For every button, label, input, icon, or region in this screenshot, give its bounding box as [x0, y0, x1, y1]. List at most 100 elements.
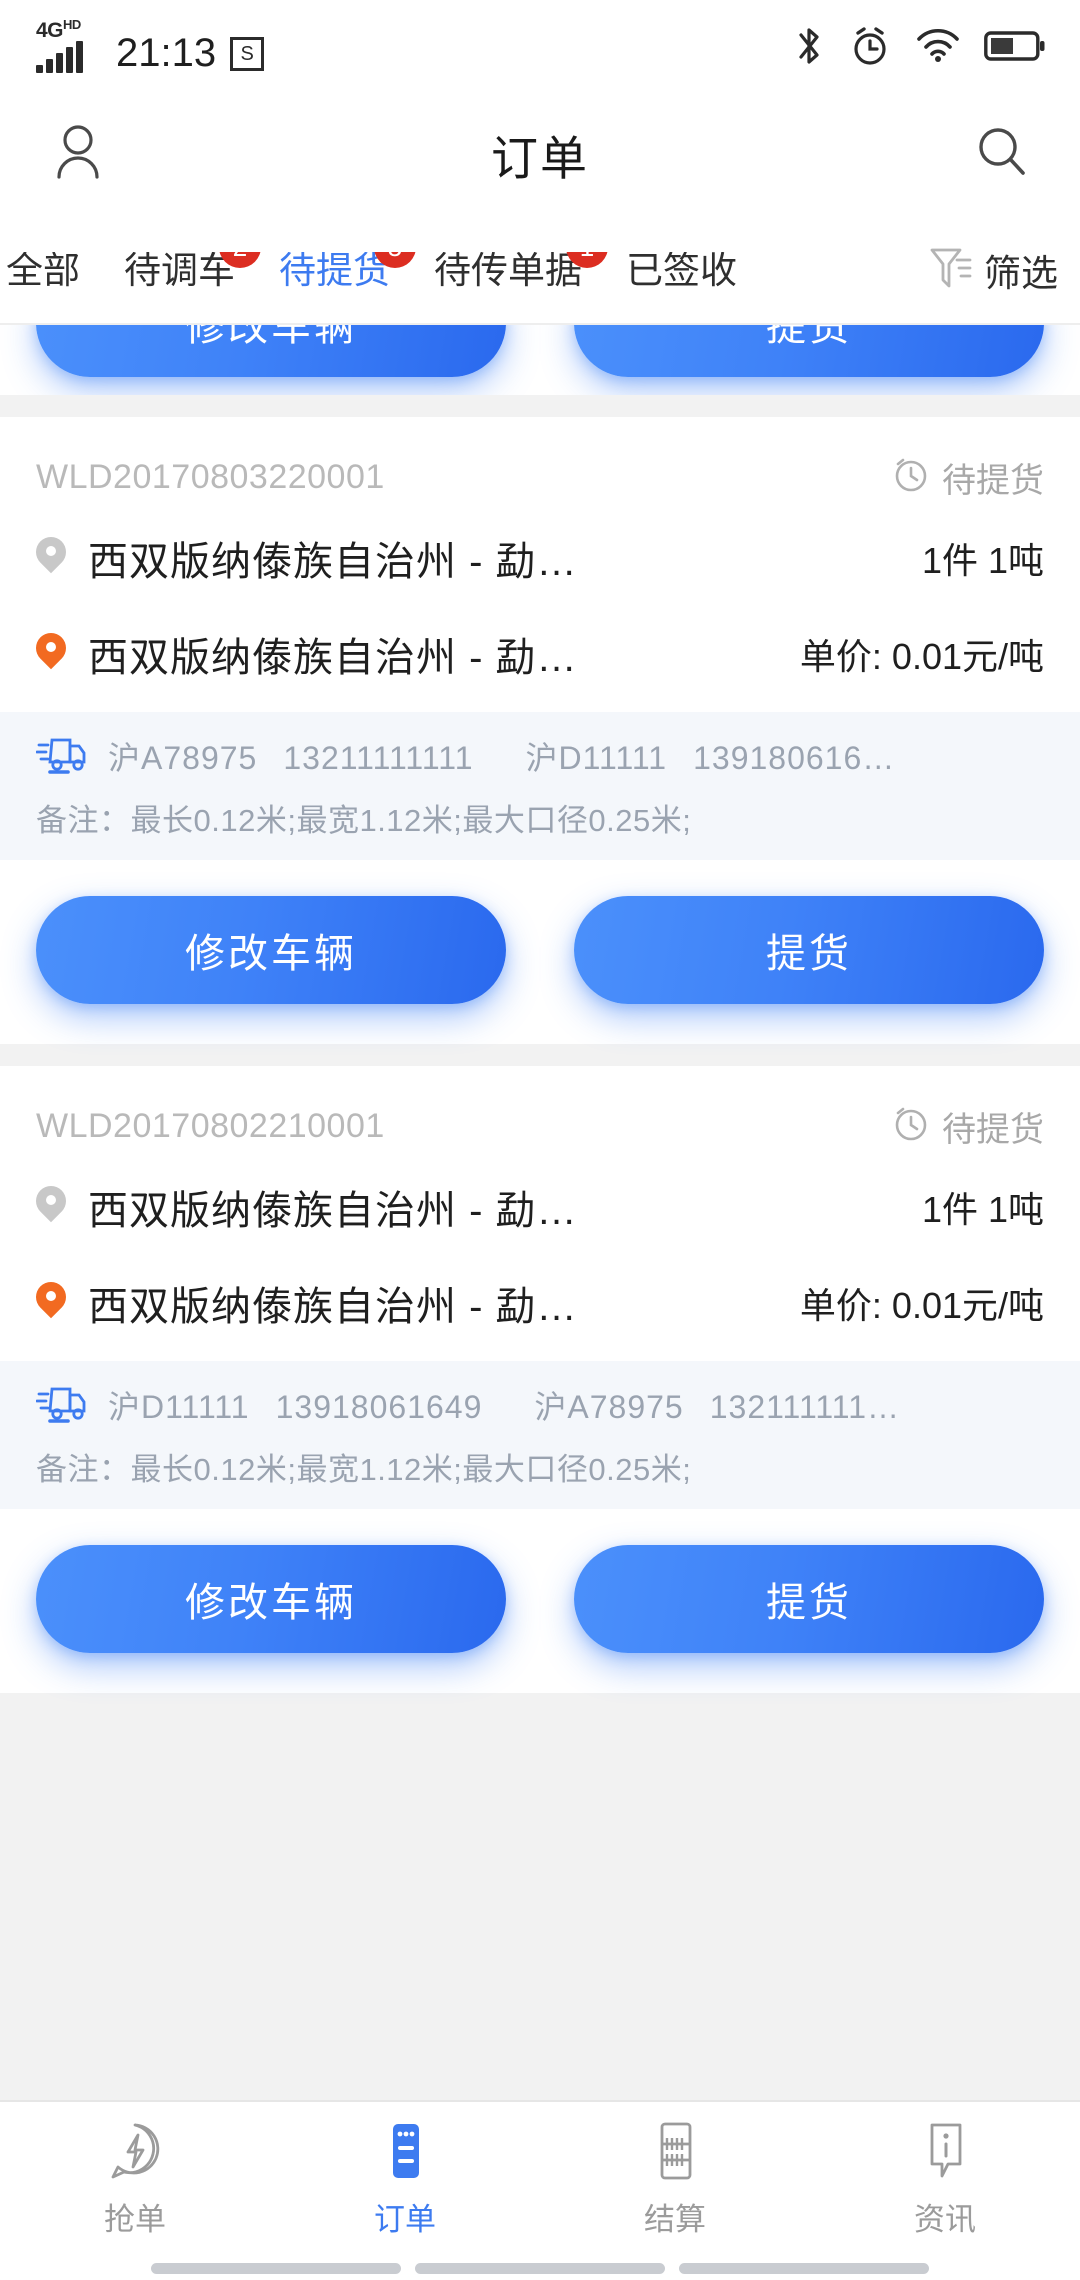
- order-status: 待提货: [892, 453, 1044, 502]
- list-separator: [0, 1044, 1080, 1066]
- filter-label: 筛选: [984, 253, 1058, 294]
- vehicle-details: 沪D11111 13918061649 沪A78975 132111111…: [108, 1382, 900, 1428]
- bottom-navigation: 抢单 订单 结算 资讯: [0, 2100, 1080, 2280]
- nav-label: 订单: [374, 2202, 436, 2237]
- unit-price: 单价: 0.01元/吨: [799, 1285, 1044, 1326]
- order-status-tabs: 全部 待调车 2 待提货 5 待传单据 1 已签收 筛选: [0, 217, 1080, 325]
- modify-vehicle-button[interactable]: 修改车辆: [36, 325, 506, 377]
- wifi-icon: [914, 26, 962, 66]
- status-bar-right: [792, 24, 1046, 68]
- home-indicator: [0, 2263, 1080, 2274]
- tab-label: 全部: [6, 251, 80, 289]
- modify-vehicle-button[interactable]: 修改车辆: [36, 1545, 506, 1653]
- pickup-button[interactable]: 提货: [574, 896, 1044, 1004]
- tabs-scroll-container[interactable]: 全部 待调车 2 待提货 5 待传单据 1 已签收: [0, 251, 916, 289]
- tab-signed[interactable]: 已签收: [604, 252, 759, 289]
- order-list[interactable]: 修改车辆 提货 WLD20170803220001 待提货 西双版纳傣族自治州 …: [0, 325, 1080, 2100]
- unit-price: 单价: 0.01元/吨: [799, 636, 1044, 677]
- cargo-quantity: 1件 1吨: [921, 1189, 1044, 1230]
- vehicle-info-line: 沪A78975 13211111111 沪D11111 139180616…: [35, 730, 1044, 781]
- tab-label: 待传单据: [434, 251, 582, 289]
- list-separator: [0, 395, 1080, 417]
- filter-funnel-icon: [926, 242, 974, 299]
- nav-label: 结算: [644, 2202, 706, 2237]
- origin-address: 西双版纳傣族自治州 - 勐…: [88, 540, 578, 584]
- person-icon: [48, 120, 108, 189]
- order-number: WLD20170803220001: [36, 458, 385, 496]
- network-hd-label: HD: [63, 17, 81, 32]
- clock-icon: [892, 456, 930, 499]
- origin-pin-icon: [36, 1186, 66, 1228]
- network-type-label: 4G: [36, 19, 64, 42]
- nav-item-grab-orders[interactable]: 抢单: [45, 2118, 225, 2239]
- lightning-bolt-icon: [104, 2118, 166, 2184]
- filter-button[interactable]: 筛选: [916, 217, 1080, 323]
- pickup-button[interactable]: 提货: [574, 1545, 1044, 1653]
- search-icon: [973, 123, 1031, 186]
- order-actions: 修改车辆 提货: [0, 1509, 1080, 1687]
- truck-icon: [35, 730, 90, 781]
- status-bar: 4GHD 21:13 S: [0, 0, 1080, 92]
- destination-row: 西双版纳傣族自治州 - 勐… 单价: 0.01元/吨: [0, 1255, 1080, 1351]
- modify-vehicle-button[interactable]: 修改车辆: [36, 896, 506, 1004]
- pickup-button[interactable]: 提货: [574, 325, 1044, 377]
- nav-label: 抢单: [104, 2202, 166, 2237]
- plate-2: 沪A78975: [534, 1388, 684, 1425]
- app-screen: 4GHD 21:13 S 订单 全部 待调车 待提货 待传单据 已签收 筛选 修…: [0, 0, 1080, 2280]
- plate-2: 沪D11111: [525, 739, 668, 776]
- order-card-header: WLD20170803220001 待提货: [0, 417, 1080, 510]
- order-status: 待提货: [892, 1102, 1044, 1151]
- vehicle-info-block: 沪A78975 13211111111 沪D11111 139180616… 备注：最…: [0, 712, 1080, 860]
- order-card-header: WLD20170802210001 待提货: [0, 1066, 1080, 1159]
- destination-pin-icon: [36, 633, 66, 675]
- tab-label: 待提货: [279, 251, 390, 289]
- search-button[interactable]: [964, 117, 1040, 193]
- cargo-quantity: 1件 1吨: [921, 540, 1044, 581]
- battery-icon: [984, 29, 1046, 63]
- profile-button[interactable]: [40, 117, 116, 193]
- phone-2: 139180616…: [693, 739, 896, 776]
- order-actions: 修改车辆 提货: [0, 860, 1080, 1038]
- tab-pending-dispatch[interactable]: 待调车 2: [102, 251, 261, 289]
- phone-1: 13211111111: [283, 739, 474, 776]
- nav-item-news[interactable]: 资讯: [855, 2118, 1035, 2239]
- order-status-label: 待提货: [942, 1111, 1044, 1149]
- status-bar-left: 4GHD 21:13 S: [36, 17, 265, 75]
- app-header: 订单: [0, 92, 1080, 217]
- order-actions: 修改车辆 提货: [0, 325, 1080, 395]
- tab-label: 待调车: [124, 251, 235, 289]
- alarm-icon: [848, 24, 892, 68]
- plate-1: 沪A78975: [108, 739, 258, 776]
- order-card-partial[interactable]: 修改车辆 提货: [0, 325, 1080, 395]
- order-remark: 备注：最长0.12米;最宽1.12米;最大口径0.25米;: [36, 1452, 692, 1487]
- order-remark: 备注：最长0.12米;最宽1.12米;最大口径0.25米;: [36, 803, 692, 838]
- destination-address: 西双版纳傣族自治州 - 勐…: [88, 636, 578, 680]
- vehicle-info-line: 沪D11111 13918061649 沪A78975 132111111…: [35, 1379, 1044, 1430]
- origin-pin-icon: [36, 537, 66, 579]
- bluetooth-icon: [792, 24, 826, 68]
- vehicle-details: 沪A78975 13211111111 沪D11111 139180616…: [108, 733, 895, 779]
- nav-item-orders[interactable]: 订单: [315, 2118, 495, 2239]
- destination-address: 西双版纳傣族自治州 - 勐…: [88, 1285, 578, 1329]
- cellular-signal-icon: 4GHD: [36, 17, 102, 75]
- tab-all[interactable]: 全部: [0, 252, 102, 289]
- order-number: WLD20170802210001: [36, 1107, 385, 1145]
- order-card[interactable]: WLD20170802210001 待提货 西双版纳傣族自治州 - 勐… 1件 …: [0, 1066, 1080, 1693]
- tab-pending-documents[interactable]: 待传单据 1: [412, 251, 608, 289]
- origin-row: 西双版纳傣族自治州 - 勐… 1件 1吨: [0, 1159, 1080, 1255]
- order-card[interactable]: WLD20170803220001 待提货 西双版纳傣族自治州 - 勐… 1件 …: [0, 417, 1080, 1044]
- clock-icon: [892, 1105, 930, 1148]
- list-separator: [0, 1693, 1080, 1715]
- origin-row: 西双版纳傣族自治州 - 勐… 1件 1吨: [0, 510, 1080, 606]
- phone-1: 13918061649: [275, 1388, 483, 1425]
- phone-2: 132111111…: [709, 1388, 901, 1425]
- vehicle-info-block: 沪D11111 13918061649 沪A78975 132111111… 备注：最…: [0, 1361, 1080, 1509]
- destination-pin-icon: [36, 1282, 66, 1324]
- tab-pending-pickup[interactable]: 待提货 5: [257, 251, 416, 289]
- plate-1: 沪D11111: [108, 1388, 250, 1425]
- nav-item-settlement[interactable]: 结算: [585, 2118, 765, 2239]
- status-bar-clock: 21:13: [116, 31, 217, 75]
- origin-address: 西双版纳傣族自治州 - 勐…: [88, 1189, 578, 1233]
- info-bubble-icon: [914, 2118, 976, 2184]
- truck-icon: [35, 1379, 90, 1430]
